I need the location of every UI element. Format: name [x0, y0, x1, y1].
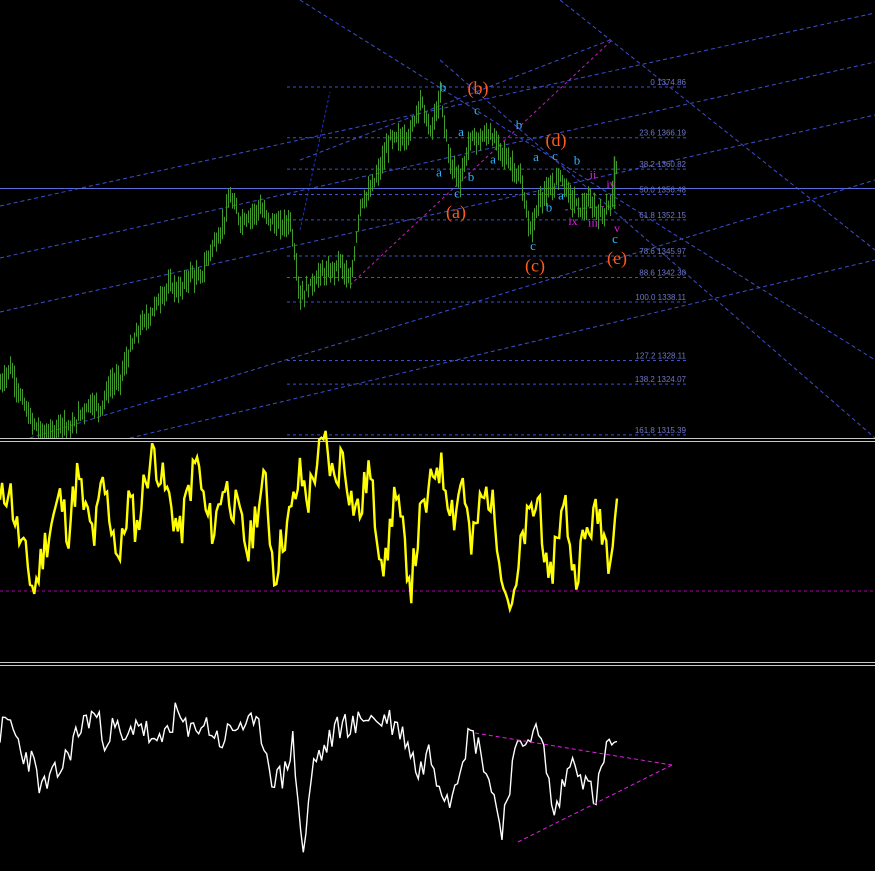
fib-level-label: 88.6 1342.30 [639, 268, 686, 277]
wave-label: c [454, 185, 460, 200]
fib-level-label: 61.8 1352.15 [639, 211, 686, 220]
wave-label: ix [568, 214, 577, 228]
wave-label: iv [606, 177, 615, 191]
wave-label: b [546, 199, 553, 214]
wave-label: iii [588, 216, 599, 230]
wave-label: (c) [525, 256, 545, 277]
fib-level-label: 138.2 1324.07 [635, 375, 687, 384]
channel-line [349, 39, 613, 286]
channel-line [299, 0, 875, 361]
oscillator-1-panel [0, 430, 875, 614]
channel-line [299, 91, 331, 231]
fib-level-label: 100.0 1338.11 [635, 293, 686, 302]
price-panel: 0 1374.86 23.6 1366.19 38.2 1360.82 50.0 13… [0, 0, 875, 439]
oscillator-2-panel [0, 702, 673, 853]
wave-label: c [530, 238, 536, 253]
wave-label: (e) [607, 248, 627, 269]
wave-label: a [558, 188, 564, 203]
channel-line [0, 61, 875, 259]
wave-label: a [533, 149, 539, 164]
channel-line [559, 0, 875, 251]
fib-level-label: 38.2 1360.82 [639, 160, 686, 169]
wave-label: b [516, 117, 523, 132]
wave-label: a [490, 151, 496, 166]
fib-level-label: 161.8 1315.39 [635, 426, 687, 435]
fib-level-label: 23.6 1366.19 [639, 129, 686, 138]
channel-line [0, 114, 875, 313]
wave-label: a [436, 164, 442, 179]
fibonacci-levels: 0 1374.86 23.6 1366.19 38.2 1360.82 50.0 13… [0, 78, 875, 436]
chart-root: 0 1374.86 23.6 1366.19 38.2 1360.82 50.0 13… [0, 0, 875, 853]
wave-label: a [458, 124, 464, 139]
wave-label: v [614, 221, 620, 235]
channel-lines [0, 0, 875, 439]
wave-label: c [474, 102, 480, 117]
fib-level-label: 78.6 1345.97 [639, 247, 686, 256]
wave-label: (a) [446, 202, 466, 223]
oscillator-1-line [0, 430, 619, 614]
triangle-lower-line [517, 764, 673, 843]
fib-level-label: 50.0 1356.48 [639, 186, 686, 195]
fib-level-label: 127.2 1328.11 [635, 352, 686, 361]
wave-label: (b) [468, 78, 489, 99]
oscillator-2-line [0, 702, 618, 853]
wave-label: b [574, 153, 581, 168]
wave-label: b [468, 169, 475, 184]
channel-line [129, 259, 875, 439]
wave-label: c [552, 148, 558, 163]
wave-label: ii [590, 168, 597, 182]
wave-label: b [440, 79, 447, 94]
fib-level-label: 0 1374.86 [650, 78, 686, 87]
